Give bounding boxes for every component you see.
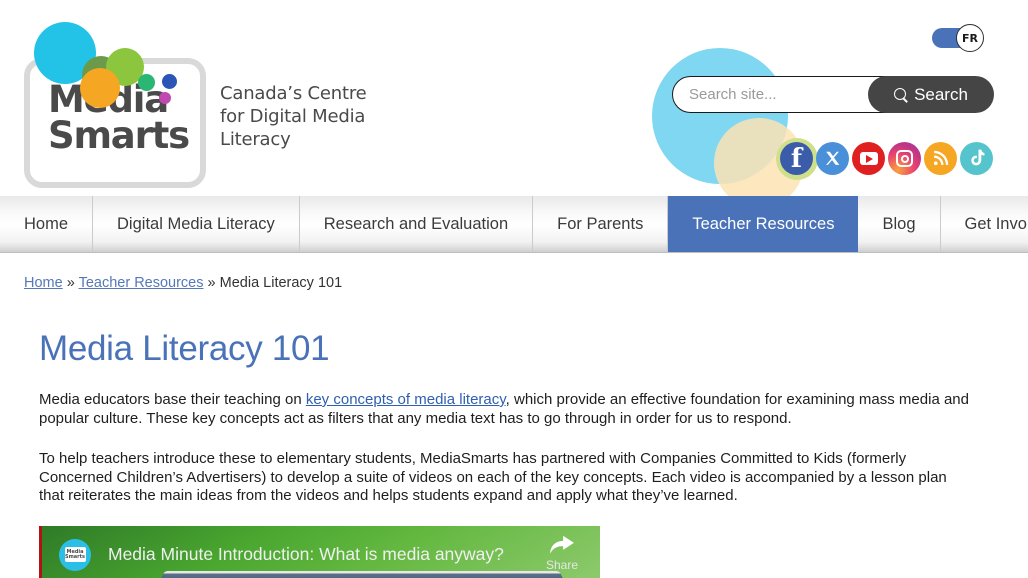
tiktok-icon[interactable] (960, 142, 993, 175)
intro-paragraph-1: Media educators base their teaching on k… (39, 391, 974, 428)
rss-icon[interactable] (924, 142, 957, 175)
breadcrumb: Home » Teacher Resources » Media Literac… (24, 275, 1028, 291)
nav-item-blog[interactable]: Blog (858, 196, 941, 252)
search-button[interactable]: Search (868, 76, 994, 113)
logo-wordmark-line2: Smarts (48, 114, 190, 157)
breadcrumb-separator-2: » (207, 275, 216, 291)
logo-dot-orange-icon (80, 68, 120, 108)
logo-dot-teal-icon (138, 74, 155, 91)
main-content: Home » Teacher Resources » Media Literac… (0, 275, 1028, 578)
key-concepts-link[interactable]: key concepts of media literacy (306, 391, 506, 408)
nav-item-teacher-resources[interactable]: Teacher Resources (668, 196, 859, 252)
youtube-icon[interactable] (852, 142, 885, 175)
nav-item-for-parents[interactable]: For Parents (533, 196, 669, 252)
social-links: f (780, 142, 993, 175)
site-search: Search (672, 76, 994, 113)
x-twitter-icon[interactable] (816, 142, 849, 175)
nav-item-research-and-evaluation[interactable]: Research and Evaluation (300, 196, 534, 252)
tagline-line-2: for Digital Media (220, 106, 366, 127)
search-icon (894, 87, 908, 102)
paragraph-1-text-before: Media educators base their teaching on (39, 391, 306, 408)
intro-paragraph-2: To help teachers introduce these to elem… (39, 450, 947, 504)
logo-dot-purple-icon (159, 92, 171, 104)
video-title[interactable]: Media Minute Introduction: What is media… (108, 544, 504, 565)
site-header: Media Smarts Canada’s Centre for Digital… (0, 0, 1028, 196)
video-channel-avatar-label: Media Smarts (64, 547, 86, 562)
search-button-label: Search (914, 84, 968, 104)
video-player[interactable]: Media Smarts Media Minute Introduction: … (39, 525, 600, 578)
facebook-icon[interactable]: f (780, 142, 813, 175)
share-icon (550, 535, 574, 554)
breadcrumb-item-teacher-resources[interactable]: Teacher Resources (79, 275, 204, 291)
tagline-line-1: Canada’s Centre (220, 83, 367, 104)
breadcrumb-separator-1: » (66, 275, 75, 291)
video-share-label: Share (545, 557, 579, 572)
tagline-line-3: Literacy (220, 129, 291, 150)
nav-item-get-involved[interactable]: Get Involved (941, 196, 1028, 252)
nav-item-home[interactable]: Home (0, 196, 94, 252)
video-thumbnail-laptop (137, 570, 587, 578)
nav-item-digital-media-literacy[interactable]: Digital Media Literacy (93, 196, 300, 252)
logo-dot-blue-icon (162, 74, 177, 89)
breadcrumb-item-current: Media Literacy 101 (219, 275, 343, 291)
instagram-icon[interactable] (888, 142, 921, 175)
breadcrumb-item-home[interactable]: Home (24, 275, 63, 291)
site-tagline: Canada’s Centre for Digital Media Litera… (220, 82, 367, 151)
video-share-button[interactable]: Share (532, 534, 592, 572)
video-channel-avatar[interactable]: Media Smarts (59, 538, 91, 571)
language-toggle-label[interactable]: FR (956, 24, 984, 52)
main-navigation: Home Digital Media Literacy Research and… (0, 196, 1028, 253)
page-title: Media Literacy 101 (39, 329, 330, 368)
language-toggle[interactable]: FR (932, 24, 984, 52)
